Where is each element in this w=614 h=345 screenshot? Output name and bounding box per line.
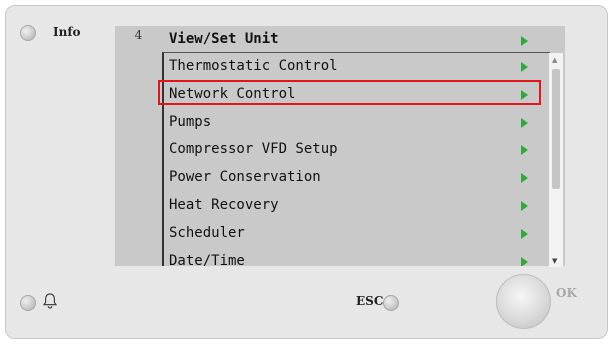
menu-item-label: Heat Recovery bbox=[169, 196, 279, 213]
menu-item[interactable]: Scheduler bbox=[165, 220, 550, 248]
scroll-down-icon[interactable]: ▼ bbox=[552, 257, 557, 265]
alarm-button[interactable] bbox=[20, 295, 36, 311]
scrollbar-thumb[interactable] bbox=[552, 69, 560, 189]
esc-label: ESC bbox=[356, 294, 384, 308]
menu-item[interactable]: Heat Recovery bbox=[165, 192, 550, 220]
info-button[interactable] bbox=[20, 25, 36, 41]
menu-header[interactable]: View/Set Unit bbox=[165, 27, 550, 52]
arrow-right-icon bbox=[521, 256, 528, 266]
menu-item-label: Date/Time bbox=[169, 252, 245, 266]
arrow-right-icon bbox=[521, 173, 528, 184]
left-column bbox=[115, 52, 162, 266]
menu-title: View/Set Unit bbox=[169, 31, 279, 47]
esc-button[interactable] bbox=[383, 295, 399, 311]
display-screen: 4 View/Set Unit Thermostatic Control Net… bbox=[115, 26, 565, 266]
menu-item-label: Power Conservation bbox=[169, 169, 321, 186]
menu-item[interactable]: Date/Time bbox=[165, 248, 550, 266]
menu-item-label: Thermostatic Control bbox=[169, 58, 338, 74]
menu-item[interactable]: Pumps bbox=[165, 109, 550, 137]
menu-item-label: Scheduler bbox=[169, 224, 245, 241]
ok-knob[interactable] bbox=[496, 274, 551, 329]
menu-item[interactable]: Power Conservation bbox=[165, 164, 550, 192]
info-label: Info bbox=[53, 25, 81, 39]
arrow-right-icon bbox=[521, 117, 528, 128]
bell-icon bbox=[42, 293, 58, 309]
arrow-right-icon bbox=[521, 62, 528, 72]
menu-item[interactable]: Compressor VFD Setup bbox=[165, 136, 550, 164]
menu-item-label: Compressor VFD Setup bbox=[169, 141, 338, 158]
arrow-right-icon bbox=[521, 228, 528, 239]
arrow-right-icon bbox=[521, 145, 528, 156]
arrow-right-icon bbox=[521, 36, 528, 46]
menu-item-label: Pumps bbox=[169, 113, 212, 130]
arrow-right-icon bbox=[521, 200, 528, 211]
selection-highlight bbox=[158, 80, 541, 105]
menu-item[interactable]: Thermostatic Control bbox=[165, 53, 550, 81]
scroll-up-icon[interactable]: ▲ bbox=[552, 56, 557, 64]
ok-label: OK bbox=[556, 286, 577, 300]
page-number: 4 bbox=[134, 28, 143, 42]
scrollbar[interactable]: ▲ ▼ bbox=[549, 53, 563, 267]
